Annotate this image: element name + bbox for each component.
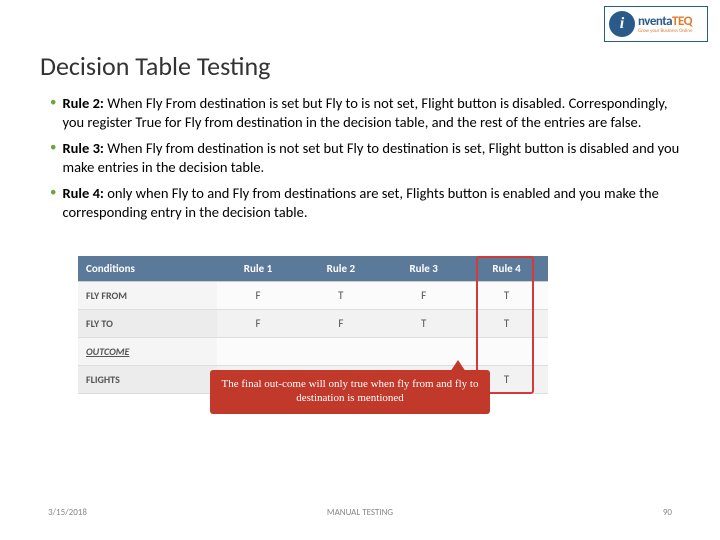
cell: F bbox=[299, 310, 382, 338]
outcome-label: OUTCOME bbox=[78, 338, 217, 366]
bullet-body: only when Fly to and Fly from destinatio… bbox=[62, 184, 658, 221]
logo-icon: i bbox=[609, 11, 635, 37]
cell: T bbox=[382, 310, 465, 338]
logo-name-part1: nventa bbox=[638, 14, 672, 29]
cell: F bbox=[217, 310, 300, 338]
cell: T bbox=[299, 282, 382, 310]
footer-date: 3/15/2018 bbox=[48, 507, 87, 518]
col-rule3: Rule 3 bbox=[382, 256, 465, 282]
table-row: FLY FROM F T F T bbox=[78, 282, 548, 310]
table-row: FLY TO F F T T bbox=[78, 310, 548, 338]
col-rule4: Rule 4 bbox=[465, 256, 548, 282]
cell: F bbox=[217, 282, 300, 310]
bullet-item: • Rule 3: When Fly from destination is n… bbox=[50, 139, 680, 176]
logo-name-part2: TEQ bbox=[672, 14, 692, 29]
logo-text: nventaTEQ Grow your Business Online bbox=[638, 15, 692, 34]
row-label: FLY TO bbox=[78, 310, 217, 338]
bullet-body: When Fly from destination is not set but… bbox=[62, 139, 679, 176]
bullet-lead: Rule 3: bbox=[62, 139, 103, 157]
callout-bubble: The final out-come will only true when f… bbox=[210, 370, 490, 414]
row-label: FLY FROM bbox=[78, 282, 217, 310]
bullet-icon: • bbox=[50, 95, 56, 131]
bullet-lead: Rule 2: bbox=[62, 94, 103, 112]
outcome-header-row: OUTCOME bbox=[78, 338, 548, 366]
row-label: FLIGHTS bbox=[78, 366, 217, 394]
cell: F bbox=[382, 282, 465, 310]
logo-tagline: Grow your Business Online bbox=[638, 29, 692, 34]
footer-title: MANUAL TESTING bbox=[327, 507, 393, 518]
footer-page-number: 90 bbox=[663, 507, 672, 518]
bullet-lead: Rule 4: bbox=[62, 184, 103, 202]
slide-title: Decision Table Testing bbox=[40, 50, 270, 82]
table-header-row: Conditions Rule 1 Rule 2 Rule 3 Rule 4 bbox=[78, 256, 548, 282]
col-rule2: Rule 2 bbox=[299, 256, 382, 282]
bullet-item: • Rule 4: only when Fly to and Fly from … bbox=[50, 184, 680, 221]
col-rule1: Rule 1 bbox=[217, 256, 300, 282]
bullet-item: • Rule 2: When Fly From destination is s… bbox=[50, 94, 680, 131]
cell: T bbox=[465, 282, 548, 310]
col-conditions: Conditions bbox=[78, 256, 217, 282]
bullet-list: • Rule 2: When Fly From destination is s… bbox=[50, 94, 680, 229]
brand-logo: i nventaTEQ Grow your Business Online bbox=[604, 6, 708, 42]
cell: T bbox=[465, 310, 548, 338]
bullet-icon: • bbox=[50, 185, 56, 221]
bullet-icon: • bbox=[50, 140, 56, 176]
bullet-body: When Fly From destination is set but Fly… bbox=[62, 94, 667, 131]
slide-footer: 3/15/2018 MANUAL TESTING 90 bbox=[0, 507, 720, 518]
